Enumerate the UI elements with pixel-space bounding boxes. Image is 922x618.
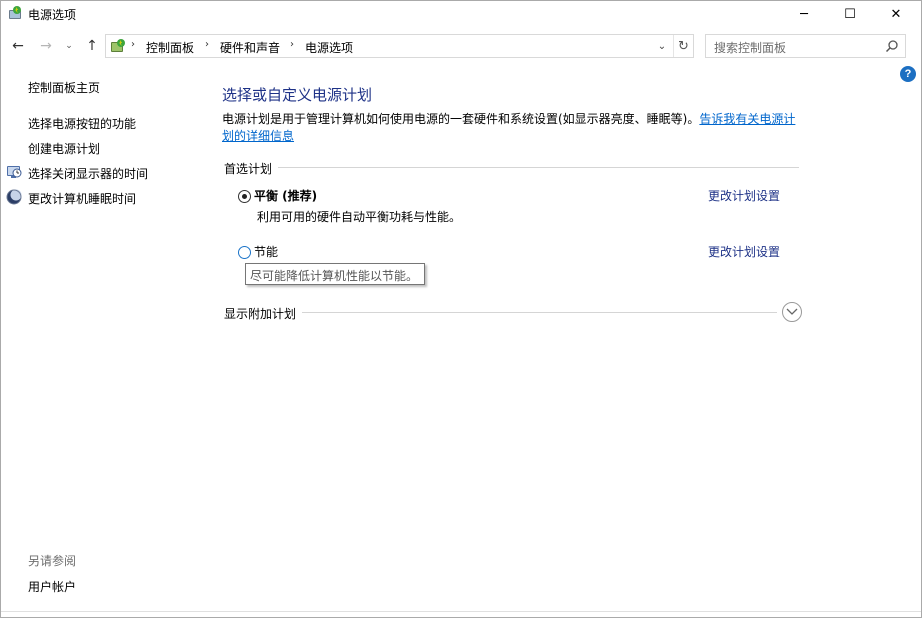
- close-button[interactable]: ✕: [873, 1, 919, 27]
- navigation-bar: ← → ⌄ ↑ › 控制面板 › 硬件和声音 › 电源选项 ⌄ ↻ 搜索控制面板: [1, 31, 921, 61]
- maximize-button[interactable]: ☐: [827, 1, 873, 27]
- breadcrumb-hardware-sound[interactable]: 硬件和声音: [220, 39, 280, 56]
- breadcrumb-separator[interactable]: ›: [205, 39, 209, 50]
- preferred-plans-label: 首选计划: [224, 160, 279, 177]
- plan-power-saver-radio[interactable]: [238, 246, 251, 259]
- section-divider: [224, 312, 777, 313]
- window-title: 电源选项: [28, 8, 77, 22]
- power-options-icon: [9, 6, 21, 19]
- recent-locations-button[interactable]: ⌄: [62, 35, 76, 57]
- sidebar-item-create-plan[interactable]: 创建电源计划: [28, 140, 100, 157]
- control-panel-window: 电源选项 ─ ☐ ✕ ← → ⌄ ↑ › 控制面板 › 硬件和声音 › 电源选项…: [0, 0, 922, 618]
- back-button[interactable]: ←: [9, 35, 27, 57]
- page-description: 电源计划是用于管理计算机如何使用电源的一套硬件和系统设置(如显示器亮度、睡眠等)…: [222, 111, 800, 145]
- sidebar-item-display-off[interactable]: 选择关闭显示器的时间: [28, 165, 148, 182]
- description-text: 电源计划是用于管理计算机如何使用电源的一套硬件和系统设置(如显示器亮度、睡眠等)…: [222, 112, 700, 126]
- breadcrumb-power-options[interactable]: 电源选项: [305, 39, 353, 56]
- preferred-plans-section: 首选计划: [224, 160, 799, 177]
- plan-power-saver-name[interactable]: 节能: [254, 243, 278, 260]
- breadcrumb-separator[interactable]: ›: [290, 39, 294, 50]
- additional-plans-label[interactable]: 显示附加计划: [224, 305, 303, 322]
- additional-plans-section[interactable]: 显示附加计划: [224, 305, 799, 322]
- chevron-down-icon: [786, 308, 798, 315]
- sidebar-item-sleep-time[interactable]: 更改计算机睡眠时间: [28, 190, 136, 207]
- breadcrumb-control-panel[interactable]: 控制面板: [146, 39, 194, 56]
- title-bar[interactable]: 电源选项 ─ ☐ ✕: [1, 1, 921, 27]
- search-placeholder: 搜索控制面板: [714, 41, 787, 55]
- sidebar-item-user-accounts[interactable]: 用户帐户: [28, 578, 76, 595]
- plan-balanced-description: 利用可用的硬件自动平衡功耗与性能。: [257, 210, 462, 224]
- plan-balanced-name[interactable]: 平衡 (推荐): [254, 187, 317, 204]
- control-panel-icon: [111, 39, 125, 52]
- forward-button[interactable]: →: [37, 35, 55, 57]
- sidebar-item-power-button[interactable]: 选择电源按钮的功能: [28, 115, 136, 132]
- help-icon[interactable]: ?: [900, 66, 916, 82]
- refresh-button[interactable]: ↻: [673, 35, 693, 57]
- status-bar: [1, 611, 921, 617]
- main-content: 选择或自定义电源计划 电源计划是用于管理计算机如何使用电源的一套硬件和系统设置(…: [221, 71, 811, 371]
- breadcrumb-separator[interactable]: ›: [131, 39, 135, 50]
- up-button[interactable]: ↑: [83, 35, 101, 57]
- search-icon[interactable]: [885, 39, 899, 53]
- address-bar[interactable]: › 控制面板 › 硬件和声音 › 电源选项 ⌄ ↻: [105, 34, 694, 58]
- change-plan-settings-balanced-link[interactable]: 更改计划设置: [708, 187, 780, 204]
- power-saver-tooltip: 尽可能降低计算机性能以节能。: [245, 263, 425, 285]
- monitor-clock-icon: [7, 166, 22, 178]
- section-divider: [224, 167, 799, 168]
- page-title: 选择或自定义电源计划: [222, 86, 373, 104]
- moon-sleep-icon: [6, 189, 22, 205]
- plan-balanced-radio[interactable]: [238, 190, 251, 203]
- minimize-button[interactable]: ─: [781, 1, 827, 27]
- search-input[interactable]: 搜索控制面板: [705, 34, 906, 58]
- left-navigation-pane: 控制面板主页 选择电源按钮的功能 创建电源计划 选择关闭显示器的时间 更改计算机…: [1, 71, 201, 611]
- address-dropdown-button[interactable]: ⌄: [655, 38, 669, 54]
- sidebar-item-home[interactable]: 控制面板主页: [28, 79, 100, 96]
- expand-additional-plans-button[interactable]: [782, 302, 802, 322]
- change-plan-settings-power-saver-link[interactable]: 更改计划设置: [708, 243, 780, 260]
- see-also-heading: 另请参阅: [28, 554, 77, 568]
